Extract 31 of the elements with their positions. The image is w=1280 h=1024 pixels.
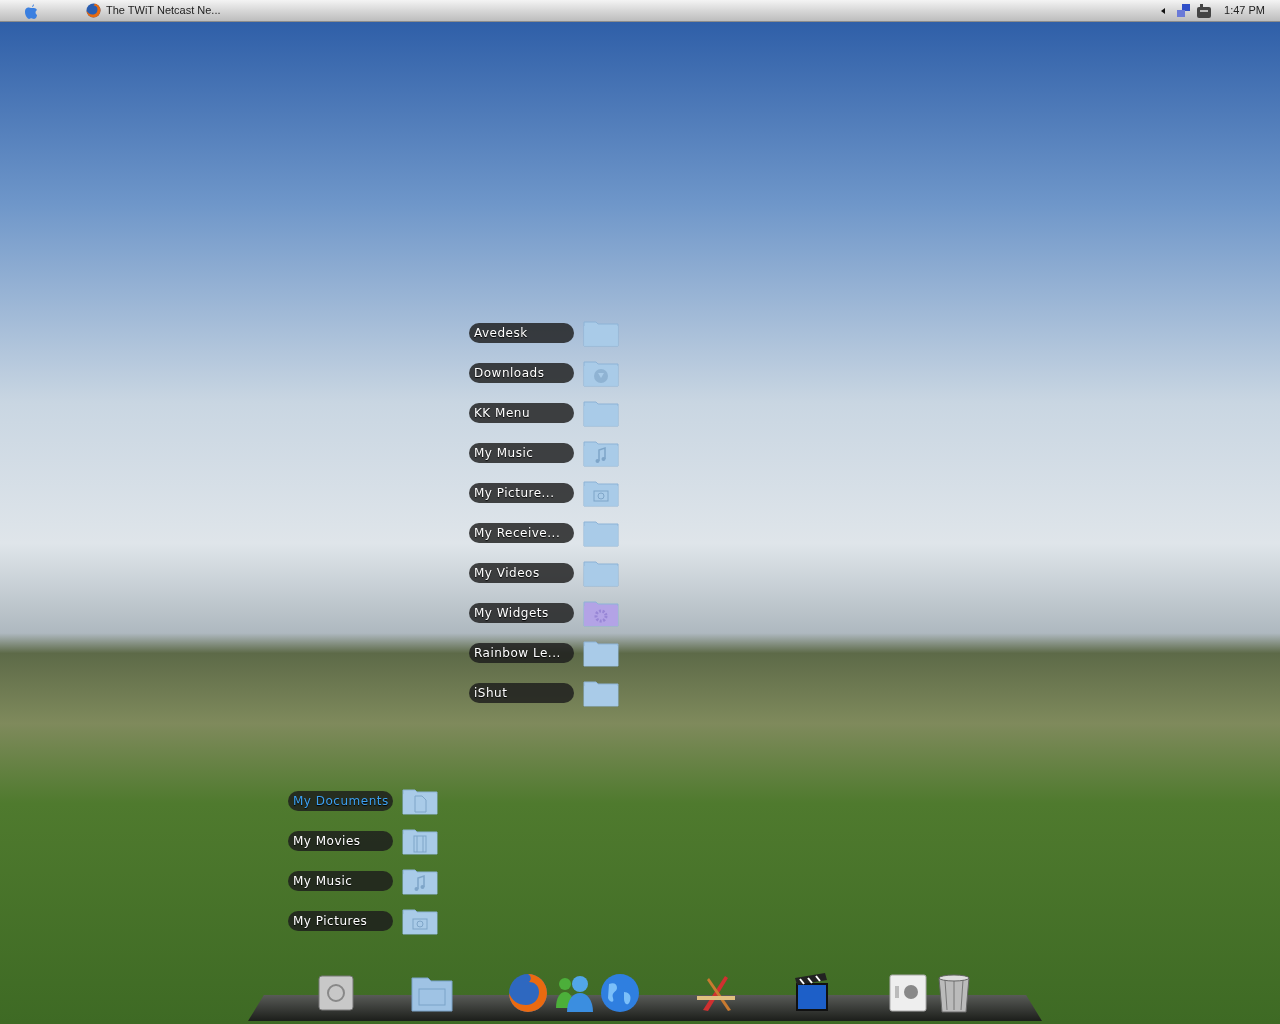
stack-item-label[interactable]: Downloads xyxy=(469,363,574,383)
stack-item-label[interactable]: My Pictures xyxy=(288,911,393,931)
browser-icon[interactable] xyxy=(86,3,101,18)
stack-item-label[interactable]: Rainbow Le... xyxy=(469,643,574,663)
stack-item-label[interactable]: iShut xyxy=(469,683,574,703)
stack-item-label[interactable]: My Videos xyxy=(469,563,574,583)
stack-item-label[interactable]: My Documents xyxy=(288,791,393,811)
globe-icon[interactable] xyxy=(599,972,641,1014)
stack-item-label[interactable]: KK Menu xyxy=(469,403,574,423)
stack-item-label[interactable]: My Music xyxy=(469,443,574,463)
film-folder-icon[interactable] xyxy=(402,827,438,855)
network-icon[interactable] xyxy=(1177,3,1192,18)
gear-folder-icon[interactable] xyxy=(583,599,619,627)
browser-icon[interactable] xyxy=(507,972,549,1014)
stack-item-label[interactable]: My Picture... xyxy=(469,483,574,503)
stack-item-label[interactable]: Avedesk xyxy=(469,323,574,343)
clock[interactable]: 1:47 PM xyxy=(1224,2,1265,19)
stack-item-label[interactable]: My Receive... xyxy=(469,523,574,543)
drive-icon[interactable] xyxy=(315,972,357,1014)
computer-case-icon[interactable] xyxy=(887,972,929,1014)
music-folder-icon[interactable] xyxy=(583,439,619,467)
window-title[interactable]: The TWiT Netcast Ne... xyxy=(106,2,221,19)
tray-icon[interactable] xyxy=(1197,3,1212,18)
stack-item-label[interactable]: My Movies xyxy=(288,831,393,851)
arrow-icon[interactable] xyxy=(1161,7,1166,14)
camera-folder-icon[interactable] xyxy=(402,907,438,935)
apple-icon[interactable] xyxy=(24,2,38,19)
stack-item-label[interactable]: My Music xyxy=(288,871,393,891)
document-folder-icon[interactable] xyxy=(402,787,438,815)
stack-item-label[interactable]: My Widgets xyxy=(469,603,574,623)
music-folder-icon[interactable] xyxy=(402,867,438,895)
